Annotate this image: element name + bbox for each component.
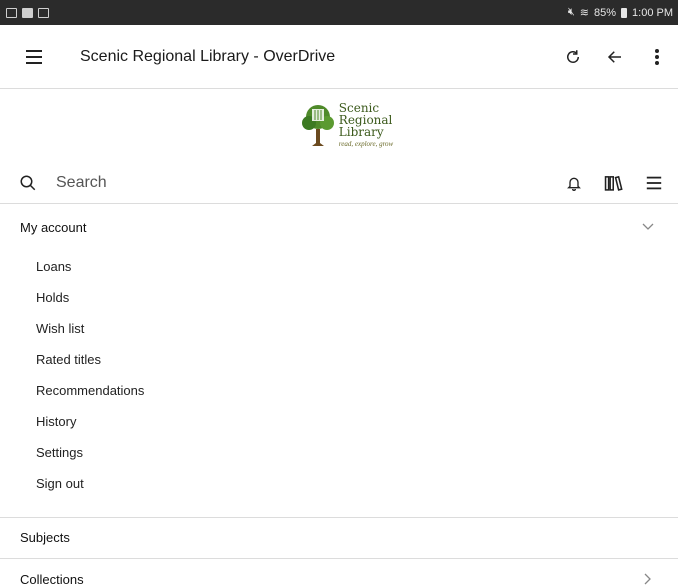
- refresh-icon[interactable]: [552, 25, 594, 89]
- app-title: Scenic Regional Library - OverDrive: [80, 47, 336, 65]
- wifi-icon: ≋: [579, 7, 589, 19]
- search-input[interactable]: [56, 174, 554, 192]
- mute-icon: 🔇︎: [567, 6, 575, 18]
- flipboard-notification-icon: [22, 7, 33, 18]
- account-item-sign-out[interactable]: Sign out: [0, 468, 678, 499]
- my-account-header[interactable]: My account: [0, 205, 678, 249]
- system-status: 🔇︎ ≋ 85% 1:00 PM: [568, 6, 673, 19]
- account-menu: Loans Holds Wish list Rated titles Recom…: [0, 251, 678, 499]
- bookshelf-icon[interactable]: [594, 163, 634, 203]
- battery-percent: 85%: [594, 6, 617, 19]
- account-item-loans[interactable]: Loans: [0, 251, 678, 282]
- notifications-bell-icon[interactable]: [554, 163, 594, 203]
- my-account-label: My account: [20, 219, 87, 235]
- account-item-recommendations[interactable]: Recommendations: [0, 375, 678, 406]
- subjects-header[interactable]: Subjects: [0, 518, 678, 557]
- account-item-history[interactable]: History: [0, 406, 678, 437]
- collections-label: Collections: [20, 571, 84, 586]
- collections-header[interactable]: Collections: [0, 559, 678, 586]
- back-arrow-icon[interactable]: [594, 25, 636, 89]
- subjects-label: Subjects: [20, 530, 70, 545]
- logo-line-3: Library: [338, 125, 384, 139]
- status-bar: 🔇︎ ≋ 85% 1:00 PM: [0, 0, 678, 25]
- overflow-menu-icon[interactable]: [636, 25, 678, 89]
- mail-notification-icon: [38, 7, 49, 18]
- account-item-rated-titles[interactable]: Rated titles: [0, 344, 678, 375]
- chevron-down-icon: [638, 223, 658, 231]
- logo-tagline: read, explore, grow: [338, 140, 394, 148]
- search-icon[interactable]: [0, 174, 56, 192]
- account-item-wish-list[interactable]: Wish list: [0, 313, 678, 344]
- clock: 1:00 PM: [632, 6, 673, 19]
- notification-icons: [6, 7, 49, 18]
- account-item-settings[interactable]: Settings: [0, 437, 678, 468]
- image-notification-icon: [6, 7, 17, 18]
- hamburger-menu-icon[interactable]: [0, 25, 68, 89]
- list-menu-icon[interactable]: [634, 163, 674, 203]
- library-logo[interactable]: Scenic Regional Library read, explore, g…: [0, 90, 678, 160]
- search-bar: [0, 163, 678, 204]
- account-item-holds[interactable]: Holds: [0, 282, 678, 313]
- battery-icon: [621, 7, 628, 18]
- chevron-right-icon: [638, 573, 658, 585]
- tree-logo-icon: [301, 105, 334, 146]
- app-toolbar: Scenic Regional Library - OverDrive: [0, 25, 678, 89]
